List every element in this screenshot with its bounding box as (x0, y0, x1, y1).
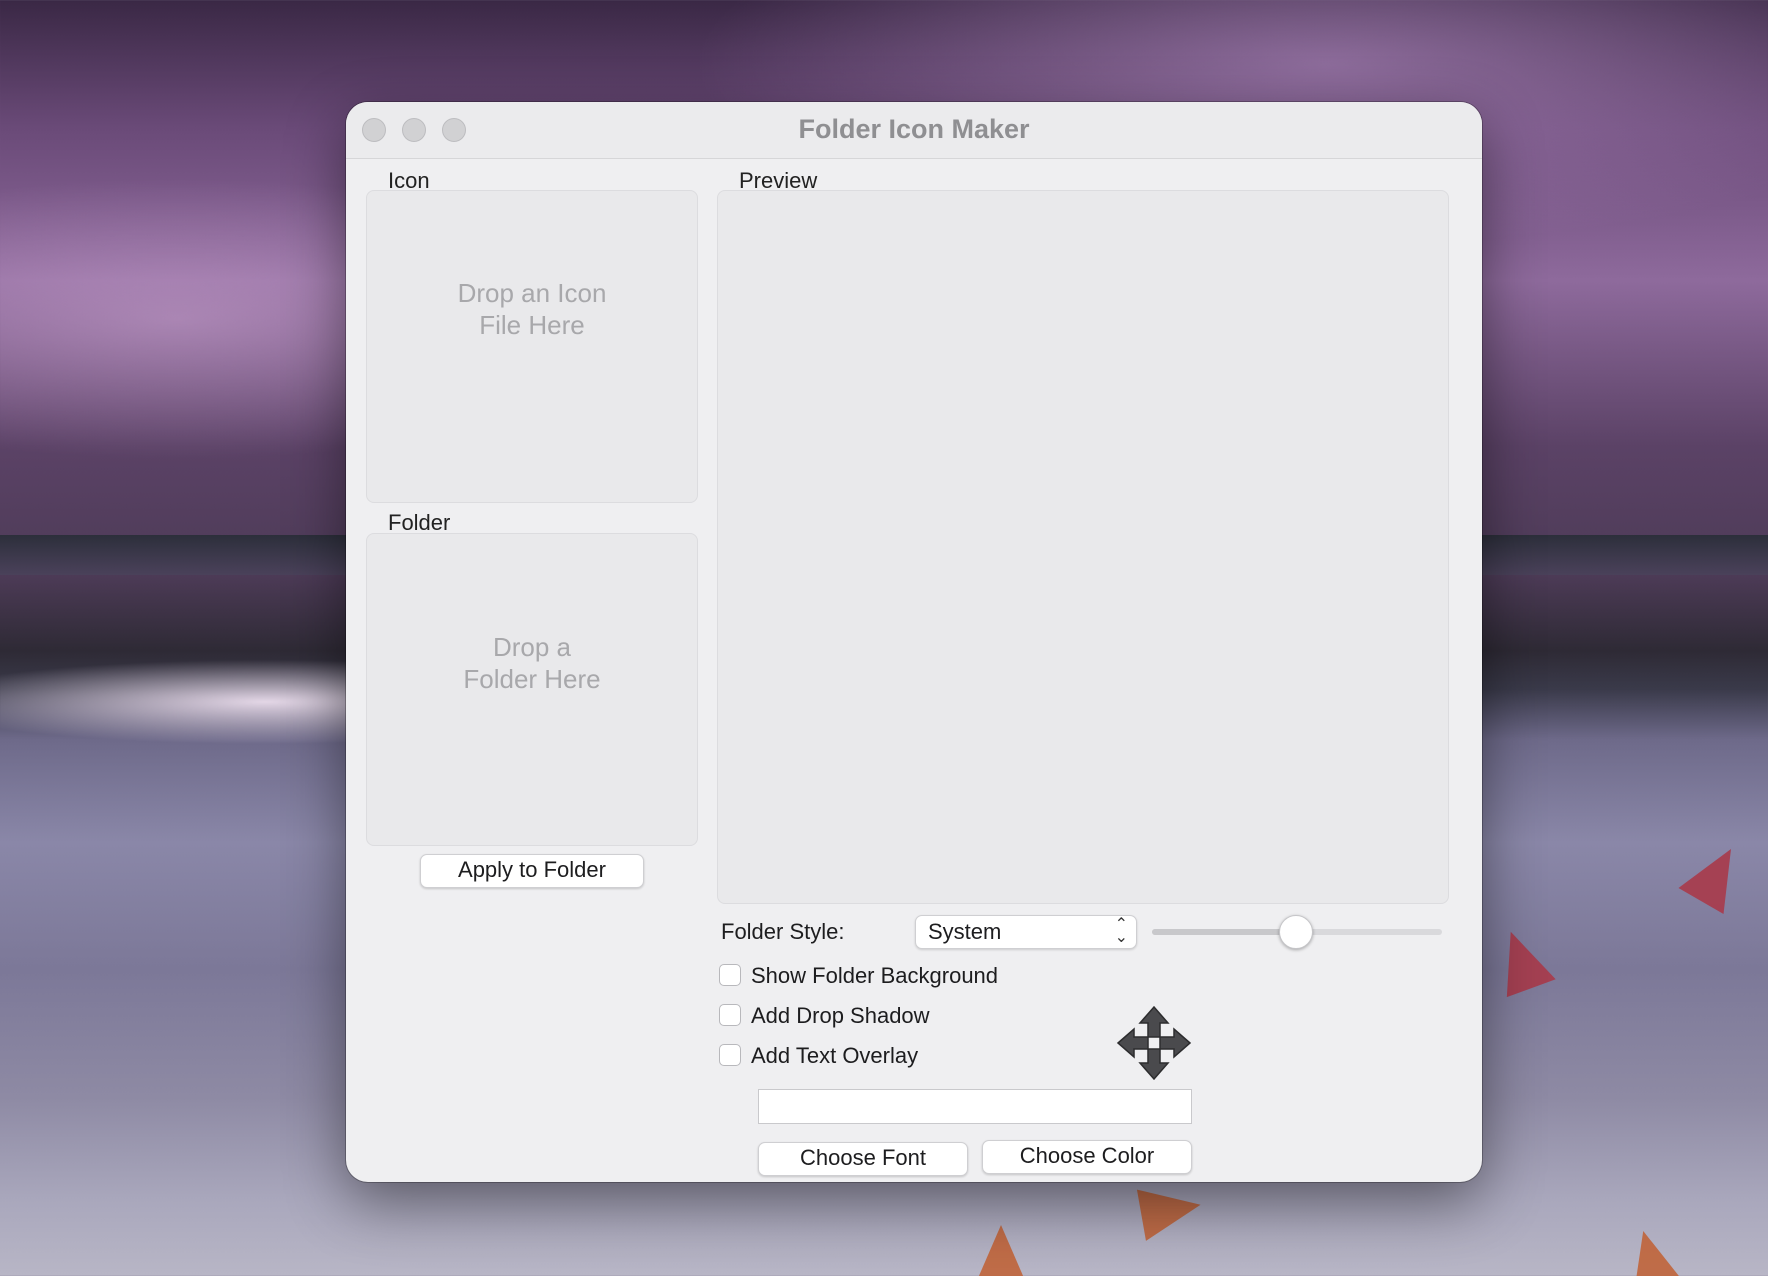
folder-style-slider[interactable] (1152, 915, 1442, 949)
wallpaper-starfish (975, 1225, 1027, 1276)
slider-fill (1152, 929, 1297, 935)
folder-drop-hint: Drop a Folder Here (367, 631, 697, 695)
app-window: Folder Icon Maker Icon Drop an Icon File… (346, 102, 1482, 1182)
title-bar[interactable]: Folder Icon Maker (346, 102, 1482, 159)
move-arrows-icon[interactable] (1116, 1005, 1192, 1081)
folder-drop-hint-line1: Drop a (492, 632, 572, 662)
choose-color-button[interactable]: Choose Color (982, 1140, 1192, 1174)
window-title: Folder Icon Maker (798, 114, 1030, 144)
text-overlay-field[interactable] (758, 1089, 1192, 1124)
preview-area (717, 190, 1449, 904)
wallpaper-starfish (1618, 1224, 1684, 1276)
apply-to-folder-button[interactable]: Apply to Folder (420, 854, 644, 888)
folder-style-value: System (928, 919, 1002, 944)
drop-shadow-checkbox[interactable] (719, 1004, 741, 1026)
folder-style-select[interactable]: System ⌃ ⌄ (915, 915, 1137, 949)
choose-font-button[interactable]: Choose Font (758, 1142, 968, 1176)
text-overlay-checkbox[interactable] (719, 1044, 741, 1066)
icon-drop-hint-line2: File Here (479, 310, 585, 340)
folder-drop-hint-line2: Folder Here (463, 664, 601, 694)
wallpaper-starfish (1678, 836, 1754, 914)
icon-drop-hint-line1: Drop an Icon (457, 278, 607, 308)
folder-style-label: Folder Style: (721, 919, 845, 944)
show-background-label[interactable]: Show Folder Background (751, 963, 998, 989)
chevron-up-down-icon: ⌃ ⌄ (1114, 916, 1128, 946)
wallpaper-starfish (1136, 1179, 1206, 1241)
slider-thumb[interactable] (1279, 915, 1313, 949)
show-background-checkbox[interactable] (719, 964, 741, 986)
text-overlay-label[interactable]: Add Text Overlay (751, 1043, 918, 1069)
icon-drop-well[interactable]: Drop an Icon File Here (366, 190, 698, 503)
drop-shadow-label[interactable]: Add Drop Shadow (751, 1003, 930, 1029)
wallpaper-starfish (1486, 922, 1556, 998)
icon-drop-hint: Drop an Icon File Here (367, 277, 697, 341)
folder-drop-well[interactable]: Drop a Folder Here (366, 533, 698, 846)
